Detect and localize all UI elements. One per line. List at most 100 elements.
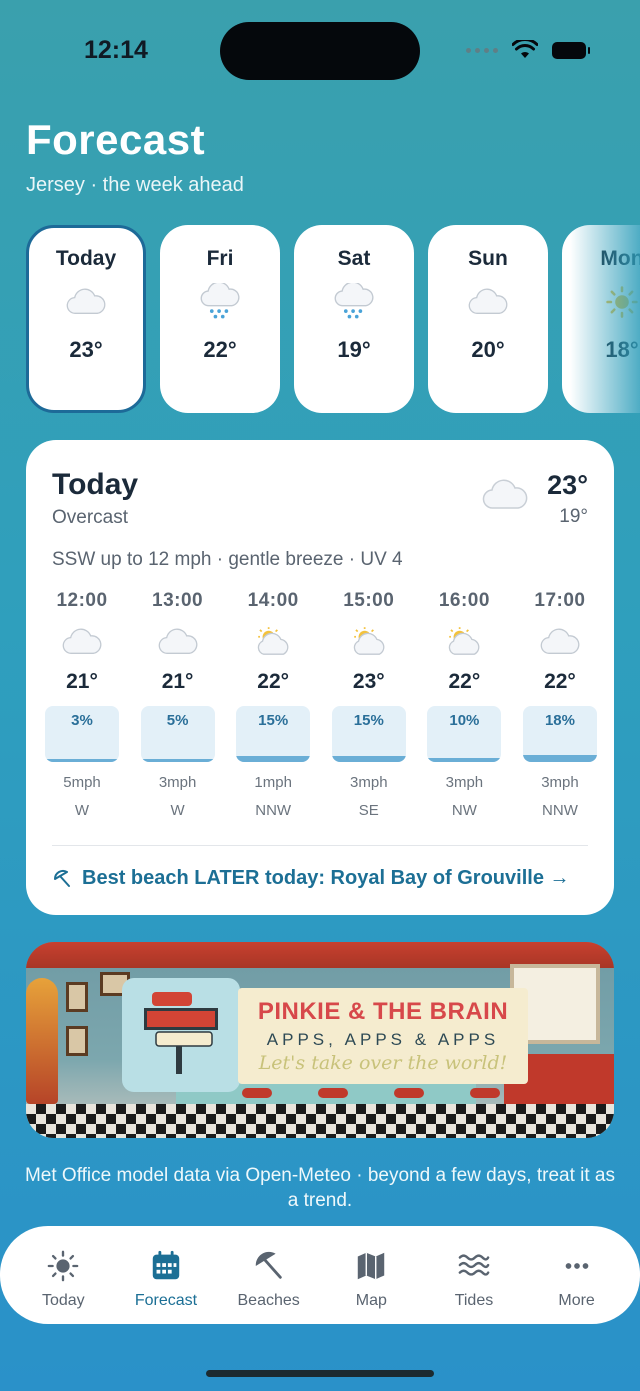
hour-time: 12:00 bbox=[56, 590, 108, 611]
hourly-forecast: 12:00 21° 3% 5mph W 13:00 21° 5% 3mph W 14:00 22° 15… bbox=[42, 590, 600, 819]
low-temp: 19° bbox=[559, 506, 588, 527]
map-icon bbox=[353, 1248, 389, 1284]
precip-fill bbox=[427, 758, 502, 762]
tab-tides[interactable]: Tides bbox=[424, 1226, 524, 1324]
wifi-icon bbox=[512, 40, 538, 58]
hour-temp: 23° bbox=[352, 670, 385, 693]
tab-beaches[interactable]: Beaches bbox=[219, 1226, 319, 1324]
cloud-icon bbox=[157, 622, 199, 662]
battery-icon bbox=[552, 41, 590, 59]
precip-bar: 15% bbox=[236, 706, 311, 762]
day-name: Sat bbox=[337, 247, 371, 270]
wind-direction: W bbox=[170, 802, 185, 819]
day-name: Mon bbox=[600, 247, 640, 270]
tab-more[interactable]: More bbox=[527, 1226, 627, 1324]
tab-today[interactable]: Today bbox=[13, 1226, 113, 1324]
hour-time: 17:00 bbox=[534, 590, 586, 611]
day-card-sun[interactable]: Sun 20° bbox=[428, 225, 548, 413]
precip-bar: 5% bbox=[140, 706, 215, 762]
partly-cloudy-icon bbox=[348, 622, 390, 662]
waves-icon bbox=[456, 1248, 492, 1284]
data-source-note: Met Office model data via Open-Meteo · b… bbox=[24, 1165, 615, 1211]
tab-label: Tides bbox=[454, 1292, 494, 1309]
precip-fill bbox=[45, 759, 119, 762]
hour-time: 14:00 bbox=[247, 590, 299, 611]
sun-icon bbox=[45, 1248, 81, 1284]
cloud-icon bbox=[458, 277, 518, 327]
hour-temp: 22° bbox=[544, 670, 576, 693]
divider bbox=[52, 845, 588, 846]
precip-value: 10% bbox=[449, 712, 480, 729]
wind-speed: 5mph bbox=[63, 774, 101, 791]
hour-column: 17:00 22° 18% 3mph NNW bbox=[520, 590, 600, 819]
page-title: Forecast bbox=[26, 116, 206, 163]
home-indicator[interactable] bbox=[206, 1370, 434, 1377]
today-detail-card: Today Overcast 23° 19° SSW up to 12 mph … bbox=[26, 440, 614, 915]
wind-direction: SE bbox=[358, 802, 379, 819]
day-name: Today bbox=[55, 247, 117, 270]
precip-value: 3% bbox=[71, 712, 93, 729]
hour-column: 15:00 23° 15% 3mph SE bbox=[329, 590, 409, 819]
tab-forecast[interactable]: Forecast bbox=[116, 1226, 216, 1324]
wind-direction: NNW bbox=[542, 802, 578, 819]
hour-column: 16:00 22° 10% 3mph NW bbox=[424, 590, 504, 819]
precip-value: 15% bbox=[353, 712, 384, 729]
wind-direction: NNW bbox=[255, 802, 292, 819]
tab-map[interactable]: Map bbox=[321, 1226, 421, 1324]
best-beach-link[interactable]: Best beach LATER today: Royal Bay of Gro… bbox=[52, 867, 570, 890]
day-card-mon[interactable]: Mon 18° bbox=[562, 225, 640, 413]
hour-column: 14:00 22° 15% 1mph NNW bbox=[233, 590, 313, 819]
day-strip[interactable]: Today 23° Fri 22° Sat 19° Sun 20° Mon 18° bbox=[26, 225, 640, 413]
hour-time: 15:00 bbox=[343, 590, 395, 611]
precip-value: 5% bbox=[166, 712, 189, 729]
precip-bar: 3% bbox=[45, 706, 119, 762]
day-temp: 22° bbox=[203, 337, 237, 362]
hour-temp: 22° bbox=[257, 670, 290, 693]
status-icons bbox=[466, 40, 590, 60]
rain-cloud-icon bbox=[324, 277, 384, 327]
tab-label: Today bbox=[41, 1292, 85, 1309]
cloud-icon bbox=[482, 479, 528, 509]
hour-column: 13:00 21° 5% 3mph W bbox=[138, 590, 218, 819]
umbrella-icon bbox=[251, 1248, 287, 1284]
day-card-today[interactable]: Today 23° bbox=[26, 225, 146, 413]
wind-direction: W bbox=[74, 802, 90, 819]
day-temp: 23° bbox=[69, 337, 103, 362]
card-title: Today bbox=[52, 468, 139, 501]
tab-label: Forecast bbox=[134, 1292, 198, 1309]
wind-speed: 3mph bbox=[541, 774, 579, 791]
precip-fill bbox=[140, 759, 215, 762]
calendar-icon bbox=[148, 1248, 184, 1284]
status-time: 12:14 bbox=[84, 36, 148, 64]
rain-cloud-icon bbox=[190, 277, 250, 327]
precip-fill bbox=[236, 756, 311, 762]
hour-temp: 21° bbox=[161, 670, 194, 693]
best-beach-text: Best beach LATER today: Royal Bay of Gro… bbox=[82, 867, 570, 889]
hour-temp: 22° bbox=[448, 670, 481, 693]
precip-value: 18% bbox=[544, 712, 575, 729]
day-name: Fri bbox=[206, 247, 234, 270]
brain-sign-logo bbox=[144, 992, 218, 1074]
day-temp: 19° bbox=[337, 337, 371, 362]
banner-subline: APPS, APPS & APPS bbox=[266, 1030, 500, 1049]
day-card-fri[interactable]: Fri 22° bbox=[160, 225, 280, 413]
partly-cloudy-icon bbox=[252, 622, 294, 662]
promo-banner[interactable]: PINKIE & THE BRAIN APPS, APPS & APPS Let… bbox=[26, 942, 614, 1138]
precip-bar: 15% bbox=[331, 706, 406, 762]
day-temp: 18° bbox=[605, 337, 639, 362]
tab-bar: Today Forecast Beaches Map Tides More bbox=[0, 1226, 640, 1324]
day-card-sat[interactable]: Sat 19° bbox=[294, 225, 414, 413]
wind-summary: SSW up to 12 mph · gentle breeze · UV 4 bbox=[52, 549, 403, 570]
partly-cloudy-icon bbox=[443, 622, 485, 662]
wind-direction: NW bbox=[451, 802, 477, 819]
jukebox-illustration bbox=[26, 978, 58, 1104]
umbrella-icon bbox=[53, 869, 70, 887]
wind-speed: 3mph bbox=[158, 774, 197, 791]
page-subtitle: Jersey · the week ahead bbox=[26, 174, 244, 196]
tab-label: More bbox=[558, 1292, 595, 1309]
wind-speed: 3mph bbox=[350, 774, 388, 791]
tab-label: Map bbox=[355, 1292, 387, 1309]
hour-time: 16:00 bbox=[438, 590, 490, 611]
precip-bar: 18% bbox=[522, 706, 597, 762]
precip-bar: 10% bbox=[427, 706, 502, 762]
